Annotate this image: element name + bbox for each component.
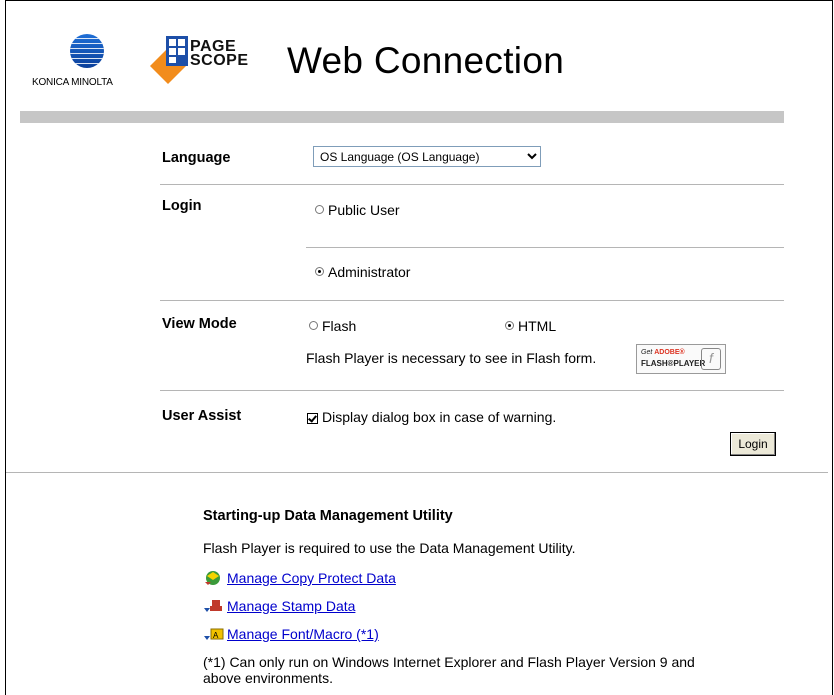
administrator-label[interactable]: Administrator — [328, 264, 410, 280]
user-assist-label: User Assist — [162, 408, 242, 424]
html-label[interactable]: HTML — [518, 318, 556, 334]
utility-title: Starting-up Data Management Utility — [203, 508, 453, 524]
dialog-warning-label[interactable]: Display dialog box in case of warning. — [322, 409, 556, 425]
language-select[interactable]: OS Language (OS Language) — [313, 146, 541, 167]
font-macro-icon: A — [204, 628, 224, 640]
login-button[interactable]: Login — [730, 432, 776, 456]
page-title: Web Connection — [287, 40, 565, 81]
flash-label[interactable]: Flash — [322, 318, 356, 334]
divider — [160, 300, 784, 301]
utility-description: Flash Player is required to use the Data… — [203, 540, 576, 556]
copy-protect-icon — [205, 571, 220, 585]
flash-logo-icon: f — [701, 348, 721, 370]
stamp-icon — [204, 600, 222, 612]
badge-player: FLASH®PLAYER — [641, 359, 706, 368]
get-flash-player-badge[interactable]: Get ADOBE® FLASH®PLAYER f — [636, 344, 726, 374]
footnote-line-1: (*1) Can only run on Windows Internet Ex… — [203, 654, 695, 670]
login-label: Login — [162, 198, 202, 214]
badge-adobe: ADOBE® — [654, 349, 685, 356]
manage-stamp-link[interactable]: Manage Stamp Data — [227, 598, 355, 614]
divider — [160, 390, 784, 391]
administrator-radio[interactable] — [315, 267, 324, 276]
footnote-line-2: above environments. — [203, 670, 333, 686]
dialog-warning-checkbox[interactable] — [307, 413, 318, 424]
divider — [160, 184, 784, 185]
brand-name: KONICA MINOLTA — [32, 77, 113, 88]
konica-minolta-logo: KONICA MINOLTA — [32, 34, 140, 94]
badge-get-text: Get ADOBE® — [641, 349, 685, 356]
public-user-radio[interactable] — [315, 205, 324, 214]
globe-icon — [70, 34, 104, 68]
language-label: Language — [162, 150, 231, 166]
manage-copy-protect-link[interactable]: Manage Copy Protect Data — [227, 570, 396, 586]
flash-note: Flash Player is necessary to see in Flas… — [306, 350, 597, 366]
divider — [306, 247, 784, 248]
flash-radio[interactable] — [309, 321, 318, 330]
badge-get: Get — [641, 349, 653, 356]
html-radio[interactable] — [505, 321, 514, 330]
public-user-label[interactable]: Public User — [328, 202, 400, 218]
section-divider — [6, 472, 828, 473]
header-divider-bar — [20, 111, 784, 123]
manage-font-macro-link[interactable]: Manage Font/Macro (*1) — [227, 626, 379, 642]
pagescope-wordmark: PAGE SCOPE — [190, 39, 249, 69]
svg-text:A: A — [213, 631, 219, 640]
pagescope-word-bottom: SCOPE — [190, 52, 249, 69]
view-mode-label: View Mode — [162, 316, 237, 332]
